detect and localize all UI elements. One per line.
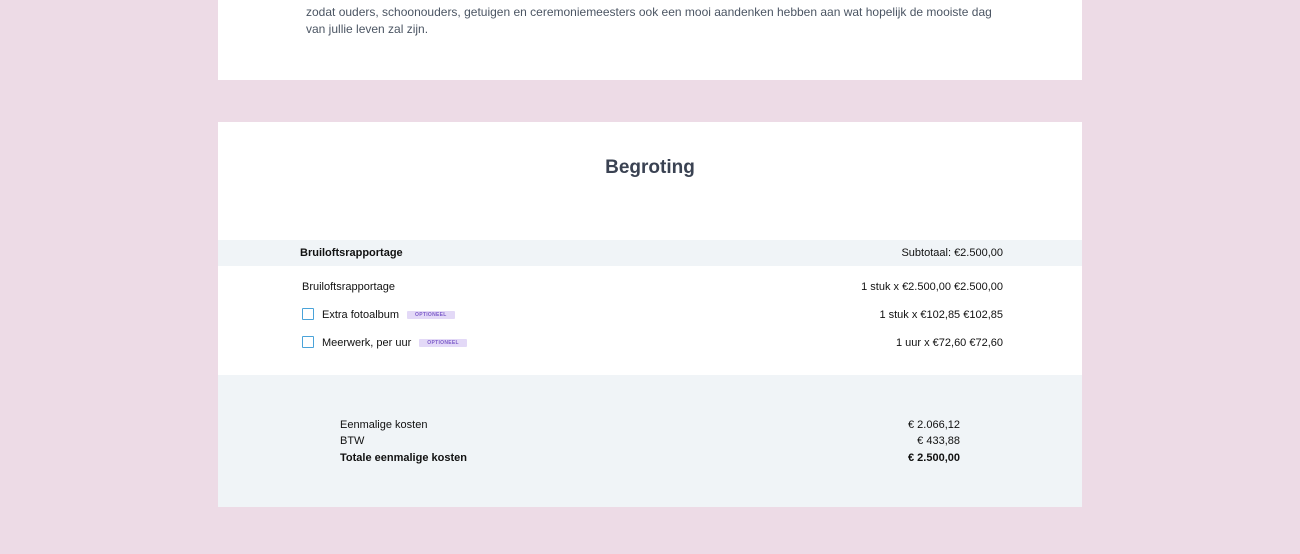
budget-title: Begroting	[605, 157, 695, 178]
line-item-amount: 1 stuk x €102,85 €102,85	[879, 309, 1003, 321]
line-item-amount: 1 uur x €72,60 €72,60	[895, 337, 1003, 349]
optional-badge: OPTIONEEL	[419, 339, 467, 347]
line-item-label: Meerwerk, per uur	[322, 337, 412, 349]
summary-row-vat: BTW € 433,88	[340, 435, 960, 447]
summary-value: € 433,88	[917, 435, 960, 447]
summary-label: Eenmalige kosten	[340, 419, 428, 431]
summary-row-one-time: Eenmalige kosten € 2.066,12	[340, 419, 960, 431]
line-item-optional: Extra fotoalbum OPTIONEEL 1 stuk x €102,8…	[302, 307, 1003, 323]
option-checkbox[interactable]	[302, 336, 314, 348]
section-header: Bruiloftsrapportage Subtotaal: €2.500,00	[218, 240, 1082, 266]
line-item-label: Bruiloftsrapportage	[302, 281, 395, 293]
line-item-label: Extra fotoalbum	[322, 309, 400, 321]
summary-label: Totale eenmalige kosten	[340, 452, 467, 464]
line-item-amount: 1 stuk x €2.500,00 €2.500,00	[861, 281, 1003, 293]
section-name: Bruiloftsrapportage	[300, 247, 403, 259]
intro-text: zodat ouders, schoonouders, getuigen en …	[306, 0, 996, 38]
intro-line: zodat ouders, schoonouders, getuigen en …	[306, 5, 992, 19]
cost-summary: Eenmalige kosten € 2.066,12 BTW € 433,88…	[218, 375, 1082, 507]
optional-badge: OPTIONEEL	[407, 311, 455, 319]
summary-value: € 2.066,12	[908, 419, 960, 431]
intro-card: zodat ouders, schoonouders, getuigen en …	[218, 0, 1082, 80]
option-checkbox[interactable]	[302, 308, 314, 320]
section-subtotal: Subtotaal: €2.500,00	[901, 247, 1003, 259]
line-item-optional: Meerwerk, per uur OPTIONEEL 1 uur x €72,6…	[302, 335, 1003, 351]
line-item: Bruiloftsrapportage 1 stuk x €2.500,00 €…	[302, 279, 1003, 295]
intro-line: van jullie leven zal zijn.	[306, 22, 429, 36]
budget-card: Begroting Bruiloftsrapportage Subtotaal:…	[218, 122, 1082, 507]
summary-value: € 2.500,00	[908, 452, 960, 464]
summary-row-total: Totale eenmalige kosten € 2.500,00	[340, 452, 960, 464]
summary-label: BTW	[340, 435, 365, 447]
